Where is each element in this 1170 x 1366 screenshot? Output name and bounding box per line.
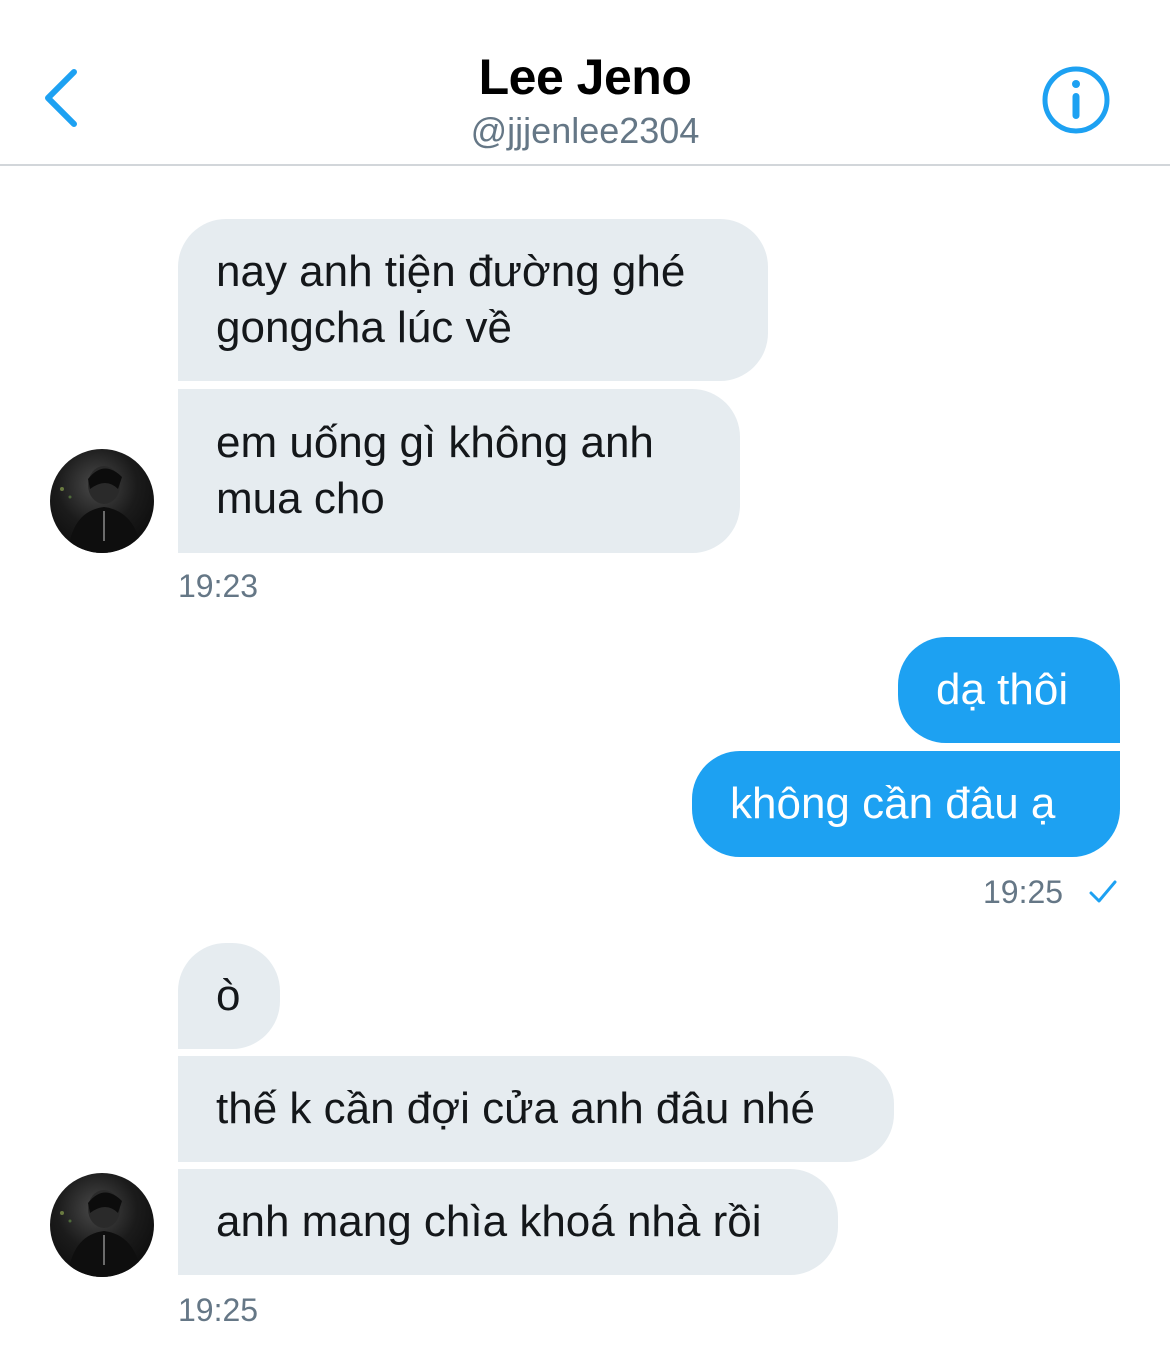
info-circle-icon	[1042, 66, 1110, 134]
avatar-photo	[60, 1190, 142, 1277]
message-text: dạ thôi	[936, 665, 1069, 714]
received-message[interactable]: anh mang chìa khoá nhà rồi	[178, 1169, 838, 1275]
message-text: thế k cần đợi cửa anh đâu nhé	[216, 1084, 815, 1133]
message-text: không cần đâu ạ	[730, 779, 1056, 828]
avatar-photo	[60, 466, 142, 553]
received-message[interactable]: nay anh tiện đường ghé gongcha lúc về	[178, 219, 768, 381]
contact-handle: @jjjenlee2304	[470, 110, 700, 151]
message-text: ò	[216, 971, 241, 1020]
sent-message[interactable]: không cần đâu ạ	[692, 751, 1120, 857]
received-message[interactable]: em uống gì không anh mua cho	[178, 389, 740, 553]
conversation-header: Lee Jeno @jjjenlee2304	[0, 0, 1170, 166]
avatar[interactable]	[50, 449, 154, 553]
sent-message[interactable]: dạ thôi	[898, 637, 1120, 743]
message-text: nay anh tiện đường ghé gongcha lúc về	[216, 247, 686, 352]
message-timestamp: 19:23	[178, 568, 259, 604]
read-check-icon	[1089, 880, 1117, 903]
received-message[interactable]: ò	[178, 943, 280, 1049]
contact-name[interactable]: Lee Jeno	[0, 48, 1170, 106]
message-text: anh mang chìa khoá nhà rồi	[216, 1197, 762, 1246]
info-button[interactable]	[1040, 64, 1112, 136]
message-text: em uống gì không anh mua cho	[216, 418, 654, 523]
received-message[interactable]: thế k cần đợi cửa anh đâu nhé	[178, 1056, 894, 1162]
message-timestamp: 19:25	[983, 874, 1064, 910]
message-timestamp: 19:25	[178, 1292, 259, 1328]
avatar[interactable]	[50, 1173, 154, 1277]
